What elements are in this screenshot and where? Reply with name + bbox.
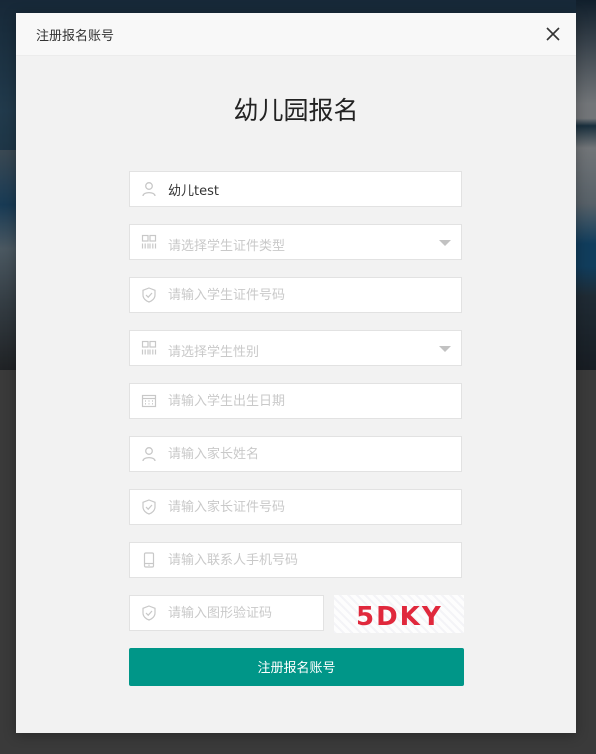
chevron-down-icon xyxy=(439,346,451,352)
grid-icon xyxy=(141,340,157,356)
gender-placeholder: 请选择学生性别 xyxy=(168,345,260,360)
grid-icon xyxy=(141,234,157,250)
phone-field[interactable] xyxy=(129,542,462,578)
shield-icon xyxy=(141,287,157,303)
parent-name-input[interactable] xyxy=(168,437,448,471)
birth-date-input[interactable] xyxy=(168,384,448,418)
captcha-field[interactable] xyxy=(129,595,324,631)
user-icon xyxy=(141,446,157,462)
parent-id-field[interactable] xyxy=(129,489,462,525)
captcha-text: 5DKY xyxy=(356,602,443,632)
id-type-placeholder: 请选择学生证件类型 xyxy=(168,239,286,254)
child-name-field[interactable] xyxy=(129,171,462,207)
phone-input[interactable] xyxy=(168,543,448,577)
close-button[interactable] xyxy=(544,25,562,43)
id-number-field[interactable] xyxy=(129,277,462,313)
register-button[interactable]: 注册报名账号 xyxy=(129,648,464,686)
parent-id-input[interactable] xyxy=(168,490,448,524)
modal-header: 注册报名账号 xyxy=(16,13,576,56)
close-icon xyxy=(546,27,560,41)
modal-title: 注册报名账号 xyxy=(36,29,115,44)
user-icon xyxy=(141,181,157,197)
chevron-down-icon xyxy=(439,240,451,246)
birth-date-field[interactable] xyxy=(129,383,462,419)
parent-name-field[interactable] xyxy=(129,436,462,472)
calendar-icon xyxy=(141,393,157,409)
form-heading: 幼儿园报名 xyxy=(233,96,359,125)
child-name-input[interactable] xyxy=(168,172,448,206)
id-number-input[interactable] xyxy=(168,278,448,312)
captcha-image[interactable]: 5DKY xyxy=(334,595,464,633)
captcha-input[interactable] xyxy=(168,596,318,630)
phone-icon xyxy=(141,552,157,568)
register-modal: 注册报名账号 幼儿园报名 请选择学生证件类型 请选择学生性别 xyxy=(16,13,576,733)
shield-icon xyxy=(141,499,157,515)
id-type-select[interactable]: 请选择学生证件类型 xyxy=(129,224,462,260)
shield-icon xyxy=(141,605,157,621)
gender-select[interactable]: 请选择学生性别 xyxy=(129,330,462,366)
